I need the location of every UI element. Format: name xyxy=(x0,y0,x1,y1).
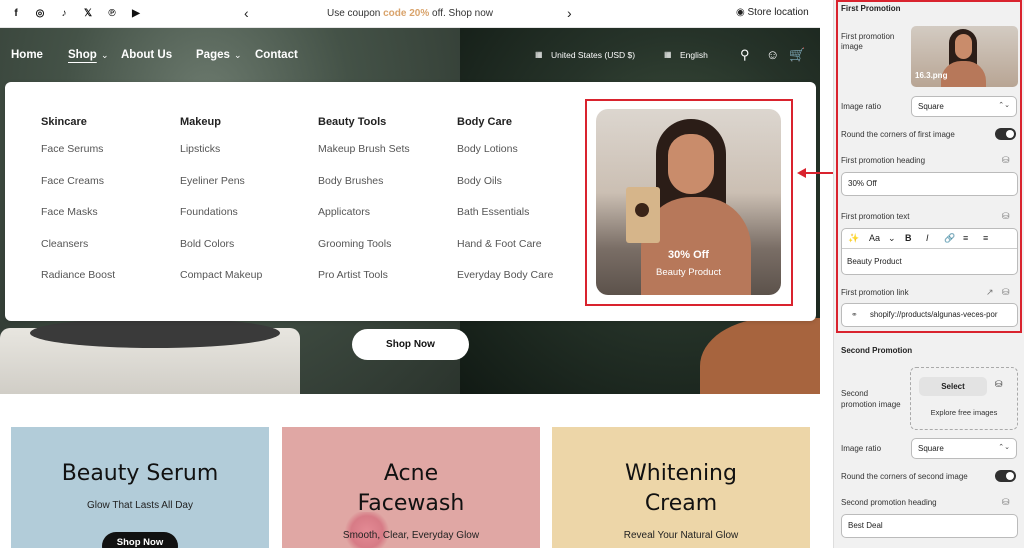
product-card-acne-facewash[interactable]: Acne Facewash Smooth, Clear, Everyday Gl… xyxy=(282,427,540,548)
product-card-beauty-serum[interactable]: Beauty Serum Glow That Lasts All Day Sho… xyxy=(11,427,269,548)
menu-item[interactable]: Face Masks xyxy=(41,206,115,238)
card-title-line1: Whitening xyxy=(625,461,737,486)
menu-column-makeup: Makeup Lipsticks Eyeliner Pens Foundatio… xyxy=(180,116,262,301)
product-card-whitening-cream[interactable]: Whitening Cream Reveal Your Natural Glow xyxy=(552,427,810,548)
nav-pages[interactable]: Pages xyxy=(196,49,230,61)
round-corners-second-toggle[interactable] xyxy=(995,470,1016,482)
youtube-icon[interactable]: ▶ xyxy=(130,7,142,21)
hero-shop-now-button[interactable]: Shop Now xyxy=(352,329,469,360)
explore-free-images-link[interactable]: Explore free images xyxy=(911,408,1017,417)
second-image-label-line2: promotion image xyxy=(841,400,901,409)
menu-item[interactable]: Makeup Brush Sets xyxy=(318,143,410,175)
menu-item[interactable]: Body Brushes xyxy=(318,175,410,207)
hero-product-jar xyxy=(30,318,280,348)
instagram-icon[interactable]: ◎ xyxy=(34,7,46,21)
main-navigation: Home Shop ⌄ About Us Pages ⌄ Contact ▦ U… xyxy=(0,28,820,84)
menu-item[interactable]: Radiance Boost xyxy=(41,269,115,301)
card-subtitle: Glow That Lasts All Day xyxy=(87,500,193,511)
cart-count-badge: 0 xyxy=(802,16,807,25)
menu-column-skincare: Skincare Face Serums Face Creams Face Ma… xyxy=(41,116,115,301)
pinterest-icon[interactable]: ℗ xyxy=(106,7,118,21)
x-icon[interactable]: 𝕏 xyxy=(82,7,94,21)
card-subtitle: Smooth, Clear, Everyday Glow xyxy=(342,530,480,541)
highlight-box-promo xyxy=(585,99,793,306)
menu-column-body-care: Body Care Body Lotions Body Oils Bath Es… xyxy=(457,116,553,301)
chevron-down-icon: ⌄ xyxy=(101,50,109,60)
menu-heading[interactable]: Skincare xyxy=(41,116,115,128)
chevron-down-icon: ⌄ xyxy=(234,50,242,60)
account-icon[interactable]: ☺ xyxy=(766,47,779,62)
second-promotion-section-title: Second Promotion xyxy=(841,346,913,355)
database-icon[interactable]: ⛁ xyxy=(995,379,1003,390)
menu-item[interactable]: Eyeliner Pens xyxy=(180,175,262,207)
card-shop-now-button[interactable]: Shop Now xyxy=(102,532,178,548)
menu-item[interactable]: Body Lotions xyxy=(457,143,553,175)
menu-item[interactable]: Hand & Foot Care xyxy=(457,238,553,270)
menu-heading[interactable]: Body Care xyxy=(457,116,553,128)
coupon-post: off. Shop now xyxy=(432,8,494,19)
highlight-box-settings xyxy=(836,0,1022,333)
menu-item[interactable]: Pro Artist Tools xyxy=(318,269,410,301)
menu-heading[interactable]: Makeup xyxy=(180,116,262,128)
language-selector[interactable]: English xyxy=(680,50,708,60)
nav-contact[interactable]: Contact xyxy=(255,49,298,61)
menu-item[interactable]: Grooming Tools xyxy=(318,238,410,270)
menu-item[interactable]: Bath Essentials xyxy=(457,206,553,238)
menu-column-beauty-tools: Beauty Tools Makeup Brush Sets Body Brus… xyxy=(318,116,410,301)
menu-item[interactable]: Everyday Body Care xyxy=(457,269,553,301)
menu-heading[interactable]: Beauty Tools xyxy=(318,116,410,128)
image-ratio-label: Image ratio xyxy=(841,444,882,453)
menu-item[interactable]: Bold Colors xyxy=(180,238,262,270)
nav-home[interactable]: Home xyxy=(11,49,43,61)
menu-item[interactable]: Face Creams xyxy=(41,175,115,207)
card-title-line2: Facewash xyxy=(357,491,465,516)
annotation-arrow-head xyxy=(797,168,806,178)
chevron-left-icon[interactable]: ‹ xyxy=(244,6,249,20)
menu-item[interactable]: Face Serums xyxy=(41,143,115,175)
coupon-pre: Use coupon xyxy=(326,8,381,19)
card-title-line1: Acne xyxy=(383,461,439,486)
chevron-right-icon[interactable]: › xyxy=(567,6,572,20)
coupon-announcement[interactable]: Use coupon code 20% off. Shop now xyxy=(300,8,520,19)
nav-shop[interactable]: Shop xyxy=(68,49,97,61)
menu-item[interactable]: Lipsticks xyxy=(180,143,262,175)
second-image-ratio-select[interactable]: Square xyxy=(911,438,1017,459)
menu-item[interactable]: Foundations xyxy=(180,206,262,238)
menu-item[interactable]: Cleansers xyxy=(41,238,115,270)
card-subtitle: Reveal Your Natural Glow xyxy=(623,530,739,541)
menu-item[interactable]: Applicators xyxy=(318,206,410,238)
announcement-bar: f ◎ ♪ 𝕏 ℗ ▶ ‹ Use coupon code 20% off. S… xyxy=(0,0,820,28)
round-corners-second-label: Round the corners of second image xyxy=(841,472,968,481)
cart-icon[interactable]: 🛒 xyxy=(789,47,805,63)
coupon-code: code 20% xyxy=(383,8,430,19)
second-heading-input[interactable]: Best Deal xyxy=(841,514,1018,538)
second-image-label-line1: Second xyxy=(841,389,869,398)
tiktok-icon[interactable]: ♪ xyxy=(58,7,70,21)
us-flag-icon: ▦ xyxy=(535,50,543,59)
facebook-icon[interactable]: f xyxy=(10,7,22,21)
select-image-button[interactable]: Select xyxy=(919,377,987,396)
store-location-link[interactable]: ◉ Store location xyxy=(736,7,809,18)
second-image-picker[interactable]: Select ⛁ Explore free images xyxy=(910,367,1018,430)
location-pin-icon: ◉ xyxy=(736,7,745,18)
social-links: f ◎ ♪ 𝕏 ℗ ▶ xyxy=(10,7,142,21)
card-title: Beauty Serum xyxy=(61,461,219,486)
database-icon[interactable]: ⛁ xyxy=(1002,497,1010,508)
card-title-line2: Cream xyxy=(644,491,718,516)
uk-flag-icon: ▦ xyxy=(664,50,672,59)
nav-about[interactable]: About Us xyxy=(121,49,172,61)
search-icon[interactable]: ⚲ xyxy=(740,47,750,63)
menu-item[interactable]: Compact Makeup xyxy=(180,269,262,301)
second-heading-label: Second promotion heading xyxy=(841,498,937,507)
menu-item[interactable]: Body Oils xyxy=(457,175,553,207)
currency-selector[interactable]: United States (USD $) xyxy=(551,50,635,60)
store-location-label: Store location xyxy=(747,7,809,18)
